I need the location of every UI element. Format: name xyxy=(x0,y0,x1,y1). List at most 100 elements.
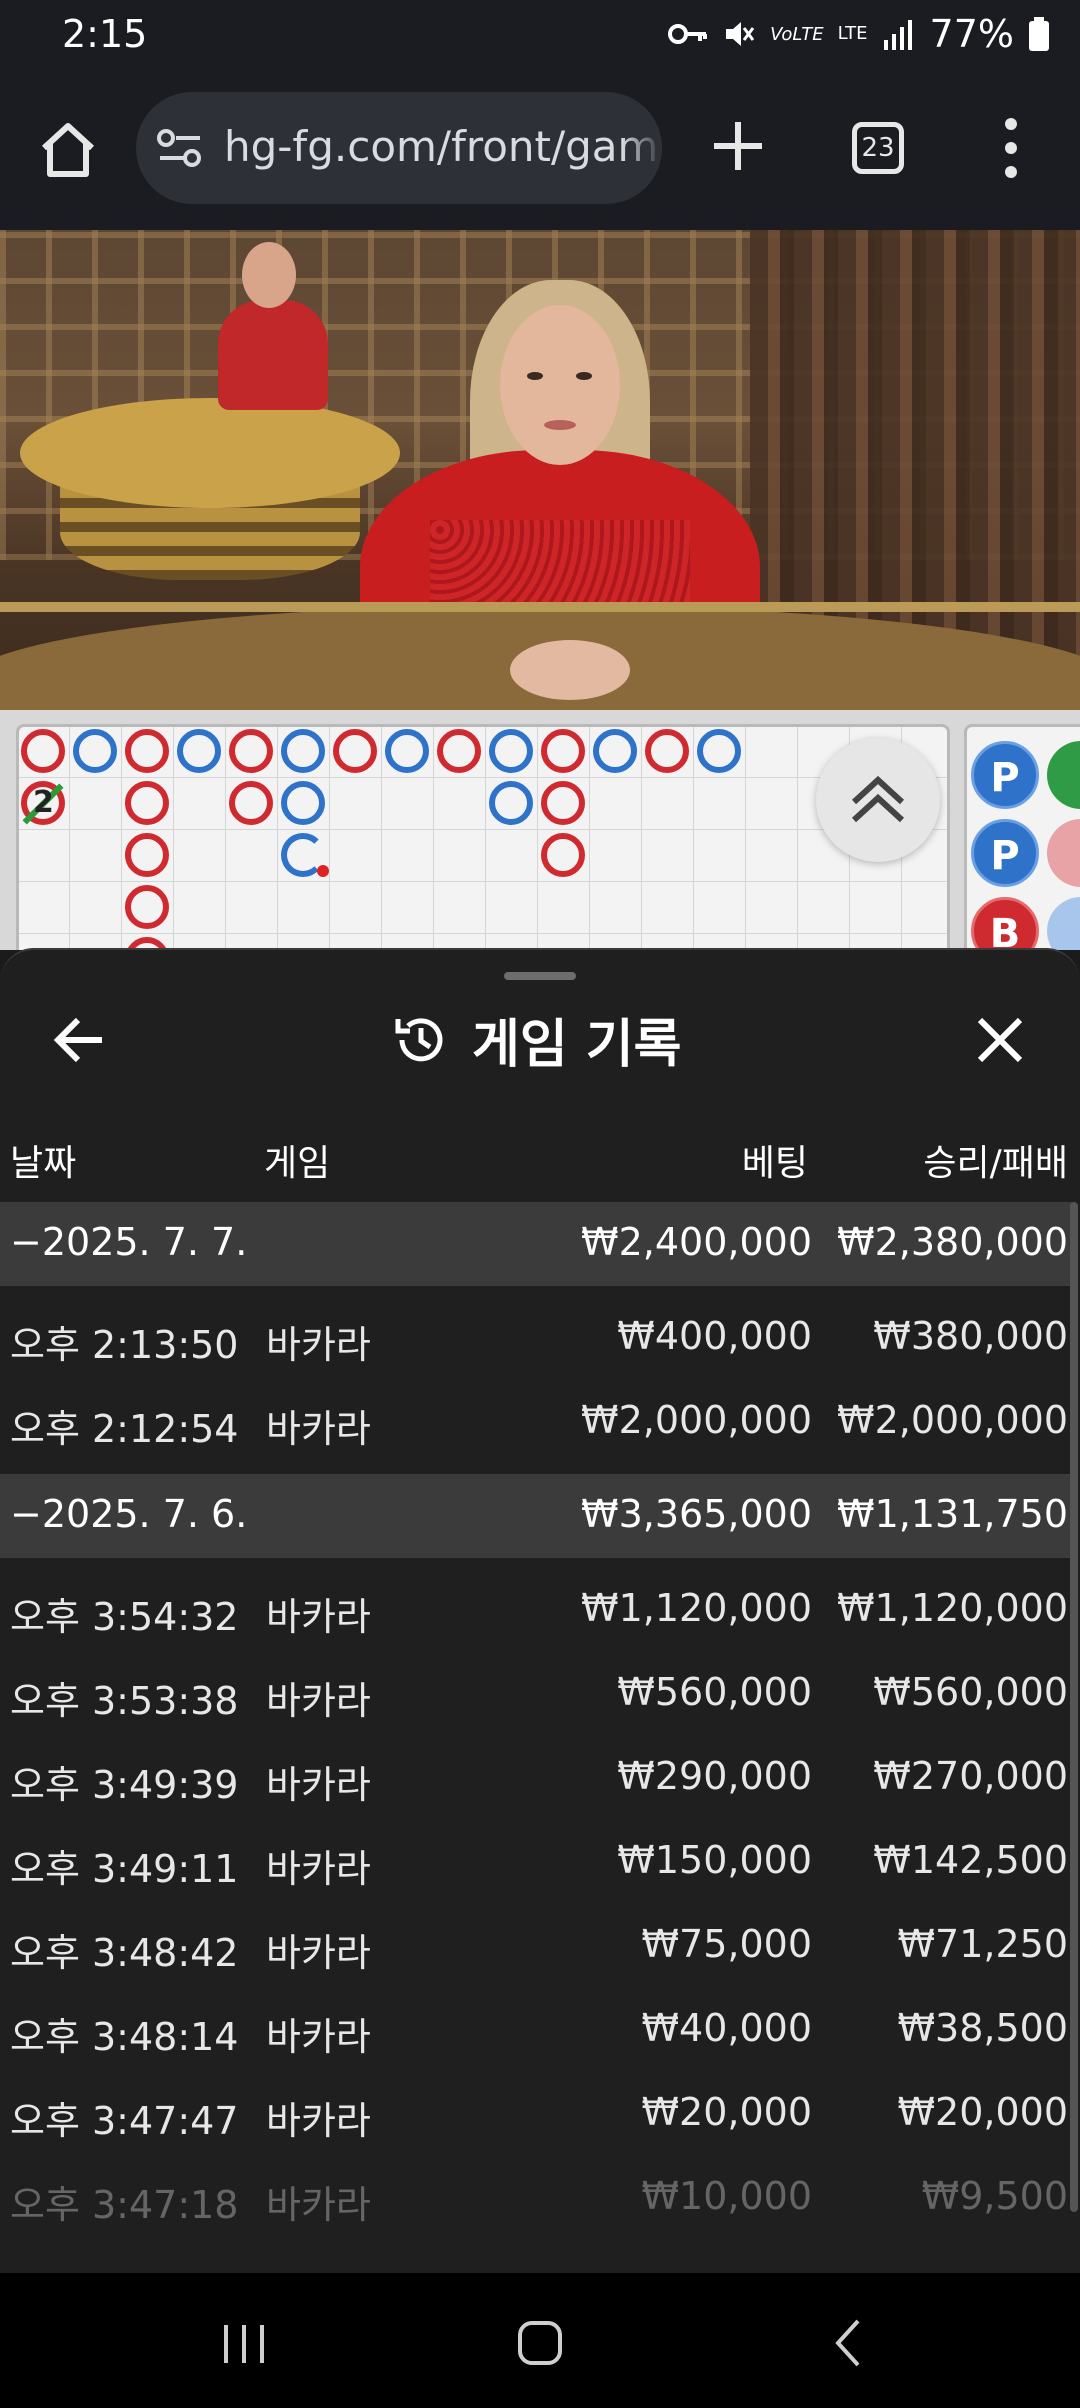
history-row[interactable]: 오후 3:48:42 바카라 ₩75,000 ₩71,250 xyxy=(0,1904,1072,1988)
row-time: 오후 3:47:18 xyxy=(10,2183,239,2227)
road-mark-player xyxy=(489,729,533,773)
row-bet: ₩10,000 xyxy=(641,2174,812,2218)
road-mark-player xyxy=(73,729,117,773)
back-table xyxy=(20,398,400,508)
row-bet: ₩40,000 xyxy=(641,2006,812,2050)
history-row[interactable]: 오후 3:48:14 바카라 ₩40,000 ₩38,500 xyxy=(0,1988,1072,2072)
live-dealer-video[interactable] xyxy=(0,230,1080,710)
key-icon xyxy=(668,24,708,44)
road-mark-banker xyxy=(437,729,481,773)
dealer-eye xyxy=(576,372,592,380)
row-game: 바카라 xyxy=(266,1763,371,1807)
group-win-total: ₩1,131,750 xyxy=(837,1492,1068,1536)
battery-percent: 77% xyxy=(929,12,1014,56)
row-time: 오후 3:48:14 xyxy=(10,2015,239,2059)
back-nav-icon[interactable] xyxy=(808,2313,888,2373)
url-text: hg-fg.com/front/gam xyxy=(224,122,659,171)
row-win: ₩20,000 xyxy=(897,2090,1068,2134)
more-menu-icon[interactable] xyxy=(996,116,1026,180)
row-bet: ₩75,000 xyxy=(641,1922,812,1966)
row-win: ₩270,000 xyxy=(873,1754,1068,1798)
status-icons: VoLTE LTE 77% xyxy=(668,12,1050,56)
site-settings-icon[interactable] xyxy=(156,128,204,168)
column-header-bet[interactable]: 베팅 xyxy=(742,1134,808,1186)
bead-road: P P B xyxy=(964,724,1080,950)
row-bet: ₩290,000 xyxy=(617,1754,812,1798)
scrollbar[interactable] xyxy=(1070,1202,1078,2212)
address-bar[interactable]: hg-fg.com/front/gam xyxy=(136,92,662,204)
history-row[interactable]: 오후 3:54:32 바카라 ₩1,120,000 ₩1,120,000 xyxy=(0,1568,1072,1652)
row-game: 바카라 xyxy=(266,2099,371,2143)
battery-icon xyxy=(1029,17,1049,51)
road-mark-player xyxy=(281,781,325,825)
sheet-title: 게임 기록 xyxy=(472,1015,682,1075)
history-icon xyxy=(395,1017,443,1061)
history-row[interactable]: 오후 3:53:38 바카라 ₩560,000 ₩560,000 xyxy=(0,1652,1072,1736)
status-time: 2:15 xyxy=(62,12,148,56)
tab-switcher-button[interactable]: 23 xyxy=(852,122,904,174)
row-win: ₩2,000,000 xyxy=(837,1398,1068,1442)
row-game: 바카라 xyxy=(266,2183,371,2227)
road-mark-banker xyxy=(21,729,65,773)
scoreboard: 2 P P B xyxy=(0,710,1080,950)
road-mark-banker xyxy=(125,833,169,877)
history-row[interactable]: 오후 3:47:47 바카라 ₩20,000 ₩20,000 xyxy=(0,2072,1072,2156)
road-mark-banker xyxy=(229,729,273,773)
road-mark-banker xyxy=(541,833,585,877)
collapse-roads-button[interactable] xyxy=(816,738,940,862)
tie-count: 2 xyxy=(33,785,54,820)
history-row[interactable]: 오후 3:49:11 바카라 ₩150,000 ₩142,500 xyxy=(0,1820,1072,1904)
lte-icon: LTE xyxy=(837,23,868,44)
bead-player: P xyxy=(971,819,1039,887)
road-mark-banker xyxy=(125,729,169,773)
row-game: 바카라 xyxy=(266,2015,371,2059)
date-group-row[interactable]: −2025. 7. 7. ₩2,400,000 ₩2,380,000 xyxy=(0,1202,1072,1286)
row-bet: ₩560,000 xyxy=(617,1670,812,1714)
history-row[interactable]: 오후 2:13:50 바카라 ₩400,000 ₩380,000 xyxy=(0,1296,1072,1380)
row-bet: ₩20,000 xyxy=(641,2090,812,2134)
date-group-row[interactable]: −2025. 7. 6. ₩3,365,000 ₩1,131,750 xyxy=(0,1474,1072,1558)
row-win: ₩38,500 xyxy=(897,2006,1068,2050)
dealer-face xyxy=(500,305,620,465)
row-bet: ₩1,120,000 xyxy=(581,1586,812,1630)
background-dealer-body xyxy=(218,300,328,410)
recent-apps-icon[interactable] xyxy=(204,2313,284,2373)
history-list: −2025. 7. 7. ₩2,400,000 ₩2,380,000 오후 2:… xyxy=(0,1202,1072,2240)
home-icon[interactable] xyxy=(36,118,100,182)
row-game: 바카라 xyxy=(266,1323,371,1367)
road-mark-banker xyxy=(125,885,169,929)
road-mark-banker xyxy=(541,729,585,773)
row-time: 오후 3:53:38 xyxy=(10,1679,239,1723)
url-fade xyxy=(622,92,662,204)
row-game: 바카라 xyxy=(266,1931,371,1975)
group-date: −2025. 7. 7. xyxy=(10,1220,248,1264)
home-nav-icon[interactable] xyxy=(500,2313,580,2373)
system-nav-bar xyxy=(0,2273,1080,2408)
sheet-drag-handle[interactable] xyxy=(504,972,576,980)
background-dealer-head xyxy=(242,242,296,308)
back-arrow-icon[interactable] xyxy=(52,1012,108,1068)
signal-icon xyxy=(883,20,912,50)
bead-tie xyxy=(1047,741,1080,809)
bead-player: P xyxy=(971,741,1039,809)
column-header-game[interactable]: 게임 xyxy=(264,1134,330,1186)
column-header-date[interactable]: 날짜 xyxy=(10,1134,76,1186)
history-row[interactable]: 오후 2:12:54 바카라 ₩2,000,000 ₩2,000,000 xyxy=(0,1380,1072,1464)
history-row[interactable]: 오후 3:49:39 바카라 ₩290,000 ₩270,000 xyxy=(0,1736,1072,1820)
column-header-win-loss[interactable]: 승리/패배 xyxy=(923,1134,1068,1186)
history-row[interactable]: 오후 3:47:18 바카라 ₩10,000 ₩9,500 xyxy=(0,2156,1072,2240)
game-history-sheet: 게임 기록 날짜 게임 베팅 승리/패배 −2025. 7. 7. ₩2,400… xyxy=(0,948,1080,2273)
row-bet: ₩150,000 xyxy=(617,1838,812,1882)
row-time: 오후 3:47:47 xyxy=(10,2099,239,2143)
bead-banker xyxy=(1047,819,1080,887)
new-tab-icon[interactable] xyxy=(710,118,766,174)
row-bet: ₩2,000,000 xyxy=(581,1398,812,1442)
road-mark-banker xyxy=(125,781,169,825)
bead-player xyxy=(1047,897,1080,950)
row-game: 바카라 xyxy=(266,1595,371,1639)
row-time: 오후 3:49:39 xyxy=(10,1763,239,1807)
row-game: 바카라 xyxy=(266,1679,371,1723)
volte-icon: VoLTE xyxy=(770,23,824,45)
close-icon[interactable] xyxy=(974,1014,1026,1066)
row-win: ₩560,000 xyxy=(873,1670,1068,1714)
